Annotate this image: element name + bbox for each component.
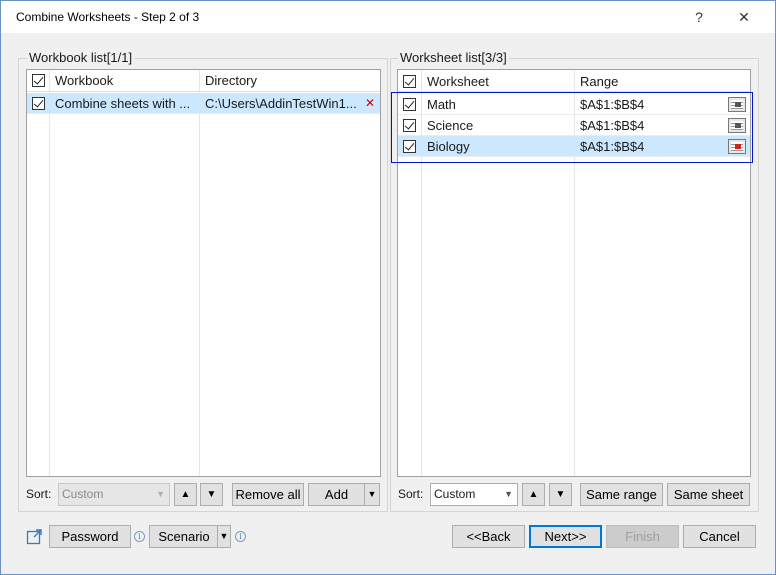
workbook-sort-value: Custom: [62, 487, 104, 501]
scenario-button[interactable]: Scenario: [149, 525, 219, 548]
workbook-move-up-button[interactable]: ▲: [174, 483, 197, 506]
window-title: Combine Worksheets - Step 2 of 3: [16, 10, 200, 24]
info-icon[interactable]: i: [235, 531, 246, 542]
workbook-directory: C:\Users\AddinTestWin1...: [205, 96, 357, 111]
worksheet-sort-value: Custom: [434, 487, 476, 501]
same-range-button[interactable]: Same range: [580, 483, 663, 506]
worksheet-column-header[interactable]: Worksheet: [427, 71, 489, 92]
add-dropdown-button[interactable]: ▼: [364, 483, 380, 506]
chevron-down-icon: ▼: [156, 489, 165, 499]
next-button[interactable]: Next>>: [529, 525, 602, 548]
scenario-dropdown-button[interactable]: ▼: [217, 525, 231, 548]
workbook-sort-label: Sort:: [26, 487, 52, 501]
back-button[interactable]: <<Back: [452, 525, 525, 548]
add-button[interactable]: Add: [308, 483, 365, 506]
workbook-sort-select[interactable]: Custom ▼: [58, 483, 170, 506]
worksheet-sort-select[interactable]: Custom ▼: [430, 483, 518, 506]
chevron-down-icon: ▼: [504, 489, 513, 499]
password-button[interactable]: Password: [49, 525, 131, 548]
combine-worksheets-dialog: Combine Worksheets - Step 2 of 3 ? ✕ Wor…: [0, 0, 776, 575]
workbook-grid[interactable]: Workbook Directory Combine sheets with .…: [26, 69, 381, 477]
worksheet-select-all-checkbox[interactable]: [403, 75, 416, 88]
remove-all-button[interactable]: Remove all: [232, 483, 304, 506]
workbook-move-down-button[interactable]: ▼: [200, 483, 223, 506]
grid-divider: [49, 70, 50, 476]
grid-divider: [199, 70, 200, 476]
workbook-name: Combine sheets with ...: [55, 96, 191, 111]
worksheet-list-label: Worksheet list[3/3]: [398, 50, 509, 65]
highlight-annotation: [391, 92, 753, 163]
help-button[interactable]: ?: [684, 5, 714, 29]
workbook-row-checkbox[interactable]: [32, 97, 45, 110]
close-button[interactable]: ✕: [729, 5, 759, 29]
workbook-list-label: Workbook list[1/1]: [27, 50, 135, 65]
worksheet-move-up-button[interactable]: ▲: [522, 483, 545, 506]
finish-button[interactable]: Finish: [606, 525, 679, 548]
same-sheet-button[interactable]: Same sheet: [667, 483, 750, 506]
cancel-button[interactable]: Cancel: [683, 525, 756, 548]
workbook-grid-header: Workbook Directory: [27, 70, 380, 92]
table-row[interactable]: Combine sheets with ... C:\Users\AddinTe…: [27, 93, 380, 114]
remove-workbook-icon[interactable]: ✕: [365, 93, 375, 114]
directory-column-header[interactable]: Directory: [205, 70, 257, 91]
worksheet-move-down-button[interactable]: ▼: [549, 483, 572, 506]
workbook-column-header[interactable]: Workbook: [55, 70, 113, 91]
info-icon[interactable]: i: [134, 531, 145, 542]
worksheet-sort-label: Sort:: [398, 487, 424, 501]
title-bar: Combine Worksheets - Step 2 of 3 ? ✕: [1, 1, 775, 33]
workbook-select-all-checkbox[interactable]: [32, 74, 45, 87]
range-column-header[interactable]: Range: [580, 71, 618, 92]
share-icon[interactable]: [26, 528, 43, 545]
